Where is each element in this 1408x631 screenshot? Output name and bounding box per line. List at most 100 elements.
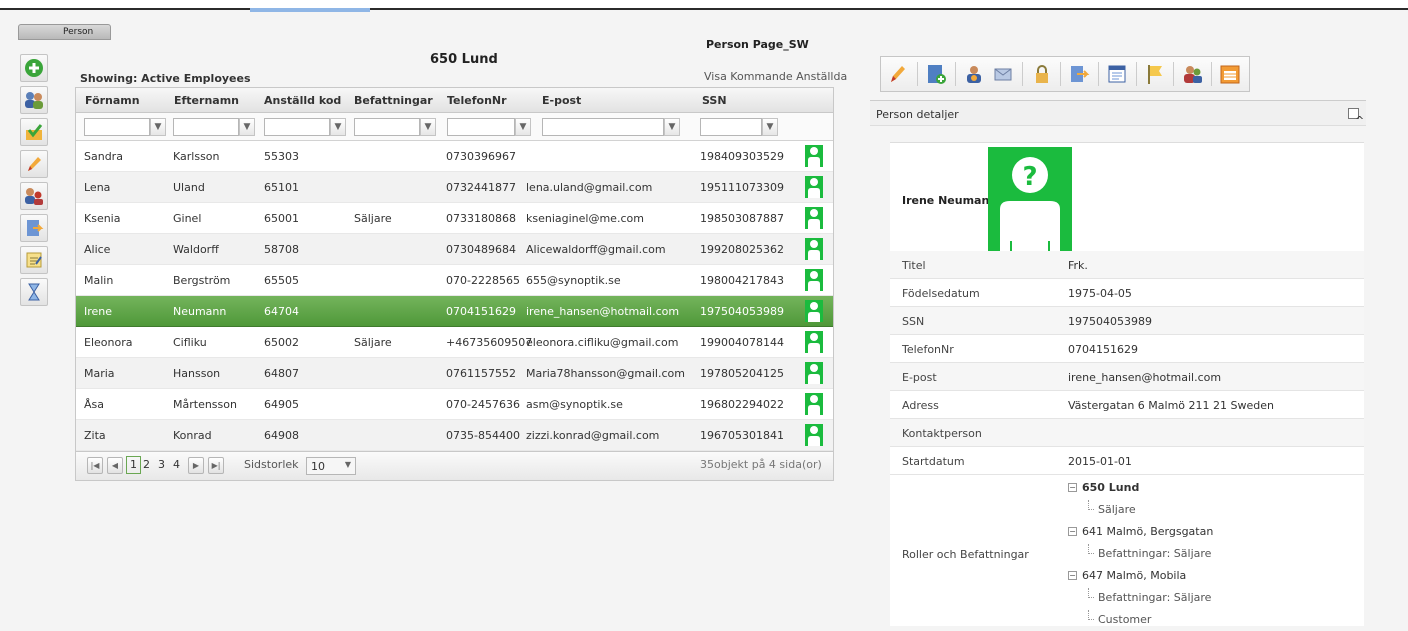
avatar-icon[interactable] (805, 331, 823, 353)
cell-ssn: 198004217843 (700, 274, 784, 287)
avatar-icon[interactable] (805, 393, 823, 415)
notes-button[interactable] (20, 246, 48, 274)
cell-phone: 070-2457636 (446, 398, 520, 411)
column-header-ssn[interactable]: SSN (702, 94, 727, 107)
filter-positions-input[interactable] (354, 118, 420, 136)
tree-leaf[interactable]: Customer (1068, 609, 1358, 631)
approve-button[interactable] (20, 118, 48, 146)
filter-first-name-input[interactable] (84, 118, 150, 136)
avatar-icon[interactable] (805, 424, 823, 446)
filter-icon[interactable]: ▼ (420, 118, 436, 136)
cell-email: kseniaginel@me.com (526, 212, 644, 225)
collapse-node-icon[interactable]: − (1068, 483, 1077, 492)
flag-button[interactable] (1143, 61, 1166, 87)
flag-icon (1147, 65, 1162, 84)
filter-email-input[interactable] (542, 118, 664, 136)
detail-label: Startdatum (902, 455, 965, 468)
cell-phone: 0730396967 (446, 150, 516, 163)
page-number[interactable]: 2 (143, 458, 150, 471)
detail-value: 2015-01-01 (1068, 455, 1132, 468)
filter-icon[interactable]: ▼ (515, 118, 531, 136)
avatar-icon[interactable] (805, 300, 823, 322)
user-group-button[interactable] (20, 182, 48, 210)
cell-employee-code: 64704 (264, 305, 299, 318)
avatar-icon[interactable] (805, 145, 823, 167)
table-row[interactable]: Ksenia Ginel 65001 Säljare 0733180868 kseniag… (76, 203, 833, 234)
cell-phone: 0704151629 (446, 305, 516, 318)
page-number[interactable]: 3 (158, 458, 165, 471)
filter-icon[interactable]: ▼ (330, 118, 346, 136)
users-icon (1183, 66, 1202, 83)
collapse-node-icon[interactable]: − (1068, 527, 1077, 536)
avatar-icon[interactable] (805, 176, 823, 198)
table-row[interactable]: Irene Neumann 64704 0704151629 irene_hansen@… (76, 296, 833, 327)
next-page-button[interactable]: ▶ (188, 457, 204, 474)
avatar-icon[interactable] (805, 207, 823, 229)
table-row[interactable]: Malin Bergström 65505 070-2228565 655@synopt… (76, 265, 833, 296)
users-button[interactable] (20, 86, 48, 114)
table-row[interactable]: Åsa Mårtensson 64905 070-2457636 asm@synopti… (76, 389, 833, 420)
lock-button[interactable] (1030, 61, 1053, 87)
table-row[interactable]: Maria Hansson 64807 0761157552 Maria78hansso… (76, 358, 833, 389)
tree-node-label: Befattningar: Säljare (1098, 547, 1212, 560)
filter-last-name-input[interactable] (173, 118, 239, 136)
column-header-last-name[interactable]: Efternamn (174, 94, 239, 107)
table-row[interactable]: Sandra Karlsson 55303 0730396967 19840930352… (76, 141, 833, 172)
grid-pager: |◀ ◀ 1 2 3 4 ▶ ▶| Sidstorlek 10 ▼ 35objek… (76, 451, 833, 480)
active-tab-indicator (250, 8, 370, 12)
column-header-positions[interactable]: Befattningar (354, 94, 433, 107)
history-button[interactable] (20, 278, 48, 306)
page-number-current[interactable]: 1 (126, 456, 141, 474)
page-number[interactable]: 4 (173, 458, 180, 471)
filter-icon[interactable]: ▼ (762, 118, 778, 136)
prev-page-button[interactable]: ◀ (107, 457, 123, 474)
table-row[interactable]: Zita Konrad 64908 0735-854400 zizzi.konrad@g… (76, 420, 833, 451)
cell-phone: 070-2228565 (446, 274, 520, 287)
filter-icon[interactable]: ▼ (150, 118, 166, 136)
show-upcoming-link[interactable]: Visa Kommande Anställda (704, 70, 847, 83)
table-row[interactable]: Lena Uland 65101 0732441877 lena.uland@gmail… (76, 172, 833, 203)
tree-leaf[interactable]: Befattningar: Säljare (1068, 587, 1358, 609)
detail-label: Titel (902, 259, 926, 272)
column-header-email[interactable]: E-post (542, 94, 581, 107)
add-document-button[interactable] (925, 61, 948, 87)
tree-node[interactable]: −650 Lund (1068, 477, 1358, 499)
collapse-button[interactable]: ^ (1348, 108, 1364, 126)
filter-icon[interactable]: ▼ (664, 118, 680, 136)
filter-phone-input[interactable] (447, 118, 515, 136)
column-header-first-name[interactable]: Förnamn (85, 94, 140, 107)
export-button[interactable] (20, 214, 48, 242)
export-button[interactable] (1068, 61, 1091, 87)
filter-ssn-input[interactable] (700, 118, 762, 136)
tree-node-label: Customer (1098, 613, 1152, 626)
column-header-phone[interactable]: TelefonNr (447, 94, 507, 107)
users-button[interactable] (1181, 61, 1204, 87)
tree-node[interactable]: −641 Malmö, Bergsgatan (1068, 521, 1358, 543)
toolbar-separator (1173, 62, 1175, 86)
edit-button[interactable] (887, 61, 910, 87)
cell-ssn: 197805204125 (700, 367, 784, 380)
column-header-employee-code[interactable]: Anställd kod (264, 94, 341, 107)
collapse-node-icon[interactable]: − (1068, 571, 1077, 580)
list-button[interactable] (1106, 61, 1129, 87)
avatar-icon[interactable] (805, 238, 823, 260)
edit-button[interactable] (20, 150, 48, 178)
avatar-icon[interactable] (805, 362, 823, 384)
tab-person[interactable]: Person (18, 24, 111, 40)
avatar-icon[interactable] (805, 269, 823, 291)
page-size-select[interactable]: 10 ▼ (306, 457, 356, 475)
filter-code-input[interactable] (264, 118, 330, 136)
table-row[interactable]: Alice Waldorff 58708 0730489684 Alicewaldorf… (76, 234, 833, 265)
table-row[interactable]: Eleonora Cifliku 65002 Säljare +46735609507 e… (76, 327, 833, 358)
toolbar-separator (1211, 62, 1213, 86)
tree-leaf[interactable]: Befattningar: Säljare (1068, 543, 1358, 565)
add-button[interactable] (20, 54, 48, 82)
user-settings-button[interactable] (963, 61, 986, 87)
calendar-button[interactable] (1219, 61, 1242, 87)
tree-leaf[interactable]: Säljare (1068, 499, 1358, 521)
tree-node[interactable]: −647 Malmö, Mobila (1068, 565, 1358, 587)
last-page-button[interactable]: ▶| (208, 457, 224, 474)
filter-icon[interactable]: ▼ (239, 118, 255, 136)
first-page-button[interactable]: |◀ (87, 457, 103, 474)
mail-button[interactable] (992, 61, 1015, 87)
